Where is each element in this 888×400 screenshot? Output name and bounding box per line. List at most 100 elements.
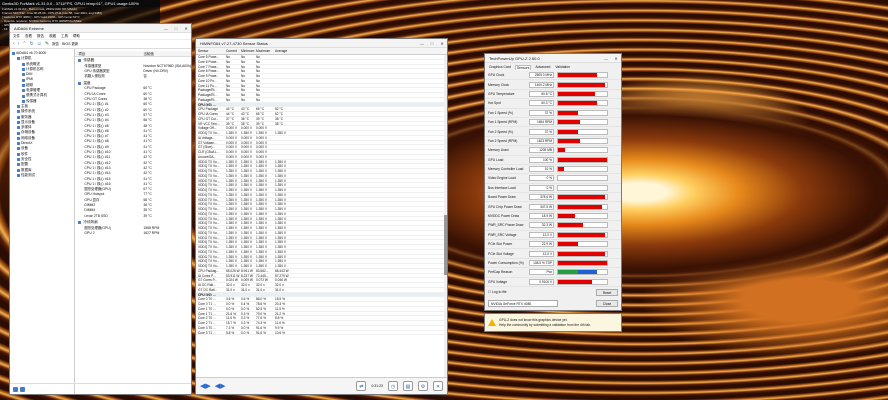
- sensor-value: 1.350 V: [241, 164, 252, 168]
- close-icon[interactable]: ✕: [611, 54, 621, 63]
- column-value[interactable]: 当前值: [143, 51, 154, 56]
- sensor-value: [275, 155, 293, 159]
- gpuz-titlebar[interactable]: TechPowerUp GPU-Z 2.50.0 — ✕: [485, 54, 621, 63]
- sensor-label[interactable]: Memory Used: [488, 148, 529, 152]
- sensor-label[interactable]: GPU Load: [488, 158, 529, 162]
- scrollbar-thumb[interactable]: [444, 215, 447, 275]
- sensor-value: 347.5 W: [529, 203, 554, 210]
- close-icon[interactable]: ✕: [437, 39, 447, 48]
- sensor-label[interactable]: Memory Clock: [488, 83, 529, 87]
- scrollbar[interactable]: [444, 55, 447, 385]
- sensor-value: 1.350 V: [241, 178, 252, 183]
- sensor-label[interactable]: PWR_SRC Voltage: [488, 233, 529, 237]
- sensor-label[interactable]: GPU Temperature: [488, 92, 529, 96]
- menu-item[interactable]: 收藏: [49, 33, 56, 39]
- report-icon[interactable]: ▤: [403, 381, 413, 391]
- tree-item[interactable]: 性能测试: [10, 173, 74, 178]
- back-icon[interactable]: ‹: [13, 41, 15, 47]
- sensor-label[interactable]: Power Consumption (%): [488, 261, 529, 265]
- network-icon[interactable]: ⇄: [356, 381, 367, 391]
- minimize-icon[interactable]: —: [601, 54, 611, 63]
- sensor-label[interactable]: Memory Controller Load: [488, 167, 529, 171]
- user-icon[interactable]: ☺: [37, 41, 42, 47]
- aida64-titlebar[interactable]: AIDA64 Extreme — □ ✕: [10, 24, 191, 33]
- close-icon[interactable]: ✕: [181, 24, 191, 33]
- menu-item[interactable]: 文件: [13, 33, 20, 39]
- arrow-left-icon[interactable]: ◀▶: [200, 382, 211, 390]
- sensor-label[interactable]: PerfCap Reason: [488, 270, 529, 274]
- log-to-file-checkbox[interactable]: ☐ Log to file: [488, 290, 507, 294]
- column-item[interactable]: 项目: [75, 51, 143, 56]
- minimize-icon[interactable]: —: [417, 39, 427, 48]
- sensor-label[interactable]: Fan 1 Speed (%): [488, 111, 529, 115]
- sensor-value: [241, 293, 256, 297]
- report-icon[interactable]: ✎: [45, 41, 49, 47]
- sensor-value: 0.000 V: [241, 126, 252, 130]
- forward-icon[interactable]: ›: [18, 41, 20, 47]
- hwinfo-titlebar[interactable]: HWiNFO64 v7.27-4730 Sensor Status — □ ✕: [196, 39, 447, 48]
- column-header[interactable]: Minimum: [241, 48, 256, 54]
- sensor-table: Core 5 Powe... No No No Core 6 Powe... No No No…: [196, 55, 447, 385]
- details-panel: 项目 当前值 传感器 传感器类型 Nuvoton NCT6796D (ISA A00…: [75, 49, 191, 394]
- sensor-row[interactable]: Core 3 T1 ... 5.8 % 0.0 % 91.6 % 10.6 %: [196, 331, 447, 336]
- refresh-icon[interactable]: ↻: [30, 41, 34, 47]
- sensor-value: 11.6 %: [226, 316, 236, 320]
- sensor-label[interactable]: Fan 2 Speed (RPM): [488, 139, 529, 143]
- sensor-label[interactable]: Video Engine Load: [488, 176, 529, 180]
- reset-button[interactable]: Reset: [596, 288, 618, 296]
- tab-advanced[interactable]: Advanced: [534, 65, 551, 69]
- sensor-label[interactable]: MVDDC Power Draw: [488, 214, 529, 218]
- sensor-value: 1205 MB: [529, 147, 554, 154]
- tab-graphics-card[interactable]: Graphics Card: [488, 65, 512, 69]
- sensor-name: VDDQ TX Vo...: [198, 245, 220, 249]
- sensor-label[interactable]: PCIe Slot Voltage: [488, 252, 529, 256]
- menu-item[interactable]: 帮助: [73, 33, 80, 39]
- sensor-label[interactable]: GPU Clock: [488, 73, 529, 77]
- sensor-name: GT OC Rati...: [198, 287, 218, 292]
- column-header[interactable]: Current: [226, 48, 241, 54]
- sensor-value: 1.350 V: [256, 264, 267, 268]
- sensor-label[interactable]: GPU Voltage: [488, 280, 529, 284]
- report-button[interactable]: 报告: [52, 42, 59, 47]
- menu-item[interactable]: 报告: [37, 33, 44, 39]
- close-button[interactable]: Close: [596, 299, 618, 307]
- settings-icon[interactable]: ⚙: [418, 381, 428, 391]
- sensor-label[interactable]: Fan 1 Speed (RPM): [488, 120, 529, 124]
- sensor-row: GPU Load 100 %: [485, 156, 621, 165]
- card-select[interactable]: NVIDIA GeForce RTX 4080: [488, 299, 558, 307]
- sensor-name: CPU GT Cor...: [198, 116, 219, 121]
- tab-sensors[interactable]: Sensors: [514, 64, 532, 70]
- sensor-label[interactable]: Hot Spot: [488, 101, 529, 105]
- sensor-name: VDDQ TX Vo...: [198, 249, 220, 254]
- arrow-expand-icon[interactable]: ◀▶: [215, 382, 226, 390]
- sensor-value: 53.911 W: [226, 273, 240, 278]
- sensor-value: 72.445...: [256, 273, 269, 278]
- close-icon[interactable]: ✕: [433, 381, 443, 391]
- menu-item[interactable]: 查看: [25, 33, 32, 39]
- sensor-label[interactable]: Fan 2 Speed (%): [488, 130, 529, 134]
- column-header[interactable]: Average: [275, 48, 293, 54]
- minimize-icon[interactable]: —: [161, 24, 171, 33]
- window-title: AIDA64 Extreme: [14, 26, 44, 31]
- sensor-label[interactable]: Board Power Draw: [488, 195, 529, 199]
- sensor-value: 32.3 W: [529, 222, 554, 229]
- sensor-label[interactable]: GPU Chip Power Draw: [488, 205, 529, 209]
- sensor-label[interactable]: PCIe Slot Power: [488, 242, 529, 246]
- sensor-row[interactable]: 机箱入侵检测 否: [75, 74, 191, 79]
- sensor-row[interactable]: Lexar 2TB SSD 39 °C: [75, 214, 191, 219]
- sensor-name: CPU [#0]: ...: [198, 292, 216, 297]
- column-header[interactable]: Maximum: [256, 48, 275, 54]
- tab-validation[interactable]: Validation: [554, 65, 571, 69]
- maximize-icon[interactable]: □: [171, 24, 181, 33]
- sensor-label[interactable]: PWR_SRC Power Draw: [488, 223, 529, 227]
- menu-item[interactable]: 工具: [61, 33, 68, 39]
- clock-icon[interactable]: ◷: [388, 381, 398, 391]
- maximize-icon[interactable]: □: [427, 39, 437, 48]
- sensor-label[interactable]: Bus Interface Load: [488, 186, 529, 190]
- column-header[interactable]: Sensor: [196, 48, 226, 54]
- sensor-value: 0.0 %: [226, 306, 235, 311]
- bios-update-button[interactable]: BIOS 更新: [62, 42, 78, 47]
- up-icon[interactable]: ⌃: [22, 41, 26, 47]
- sensor-row[interactable]: GPU 2 1627 RPM: [75, 231, 191, 236]
- gpuz-warning[interactable]: GPU-Z does not know this graphics device…: [484, 313, 622, 332]
